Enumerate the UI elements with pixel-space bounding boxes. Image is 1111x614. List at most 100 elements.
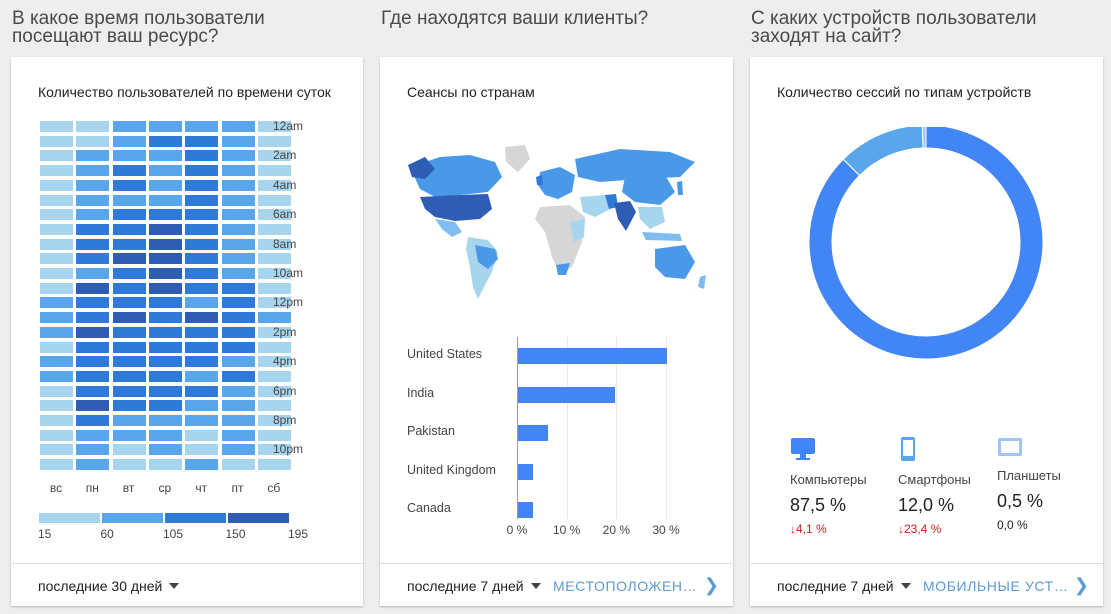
heatmap-cell xyxy=(185,238,219,250)
period-dropdown[interactable]: последние 7 дней xyxy=(777,578,911,594)
heatmap-cell xyxy=(257,429,291,441)
heatmap-cell xyxy=(257,223,291,235)
heatmap-cell xyxy=(112,223,146,235)
heatmap-cell xyxy=(40,165,73,177)
heatmap-cell xyxy=(112,194,146,206)
gridline xyxy=(666,337,667,519)
x-tick-label: 30 % xyxy=(652,523,680,537)
device-name: Компьютеры xyxy=(790,472,867,487)
hour-label: 12am xyxy=(273,119,304,133)
device-change: ↓23,4 % xyxy=(898,522,942,536)
country-bar xyxy=(518,348,667,364)
heatmap-cell xyxy=(40,253,73,265)
map-new-zealand xyxy=(698,275,706,289)
heatmap-cell xyxy=(40,282,73,294)
heatmap-cell xyxy=(76,341,110,353)
heatmap-cell xyxy=(148,341,182,353)
heatmap-cell xyxy=(76,444,110,456)
heatmap-cell xyxy=(40,444,73,456)
heatmap: 12am 2am 4am 6am 8am 10am 12pm 2pm 4pm 6pm 8pm 10pm… xyxy=(11,57,363,557)
heatmap-cell xyxy=(40,400,73,412)
heatmap-cell xyxy=(257,282,291,294)
heatmap-cell xyxy=(148,429,182,441)
device-share: 12,0 % xyxy=(898,495,955,515)
donut-slice xyxy=(921,127,927,149)
heatmap-cell xyxy=(221,326,255,338)
heatmap-cell xyxy=(76,415,110,426)
heatmap-cell xyxy=(185,459,219,471)
heatmap-cell xyxy=(185,121,219,132)
country-label: Pakistan xyxy=(407,424,455,439)
heatmap-cell xyxy=(185,356,219,368)
heatmap-cell xyxy=(76,297,110,309)
heatmap-cell xyxy=(148,444,182,456)
heatmap-cell xyxy=(112,429,146,441)
heatmap-cell xyxy=(148,223,182,235)
heatmap-cell xyxy=(148,459,182,471)
map-middle-east xyxy=(580,195,610,217)
heatmap-cell xyxy=(148,400,182,412)
heatmap-cell xyxy=(148,135,182,147)
column-title-location: Где находятся ваши клиенты? xyxy=(381,8,649,29)
legend-label: 105 xyxy=(163,527,184,541)
heatmap-cell xyxy=(76,121,110,132)
period-dropdown[interactable]: последние 30 дней xyxy=(38,578,180,594)
chevron-right-icon[interactable]: ❯ xyxy=(704,575,719,596)
country-label: United States xyxy=(407,347,483,361)
day-label: чт xyxy=(195,481,208,495)
period-dropdown[interactable]: последние 7 дней xyxy=(407,578,541,594)
country-bar-chart: 0 % 10 % 20 % 30 % United States India Pakista… xyxy=(380,337,733,537)
heatmap-cell xyxy=(76,326,110,338)
sessions-by-country-card: Сеансы по странам 0 % 10 % 20 % 30 % United … xyxy=(380,57,733,606)
heatmap-cell xyxy=(257,194,291,206)
heatmap-cell xyxy=(185,415,219,426)
heatmap-cell xyxy=(221,135,255,147)
x-tick-label: 20 % xyxy=(602,523,630,537)
day-label: ср xyxy=(158,481,172,495)
heatmap-cell xyxy=(40,356,73,368)
heatmap-cell xyxy=(185,253,219,265)
heatmap-cell xyxy=(221,370,255,382)
heatmap-cell xyxy=(40,297,73,309)
heatmap-cell xyxy=(221,356,255,368)
map-uk xyxy=(536,175,543,185)
heatmap-cell xyxy=(257,341,291,353)
heatmap-cell xyxy=(185,150,219,162)
heatmap-cell xyxy=(148,356,182,368)
hour-label: 10am xyxy=(273,266,304,280)
smartphone-icon xyxy=(901,437,915,461)
day-label: пн xyxy=(85,481,99,495)
heatmap-cell xyxy=(112,165,146,177)
chevron-right-icon[interactable]: ❯ xyxy=(1074,575,1089,596)
heatmap-cell xyxy=(76,312,110,324)
heatmap-cell xyxy=(148,209,182,221)
heatmap-cell xyxy=(257,253,291,265)
heatmap-cell xyxy=(112,209,146,221)
heatmap-cell xyxy=(221,415,255,426)
country-label: United Kingdom xyxy=(407,462,496,477)
heatmap-cell xyxy=(148,282,182,294)
column-title-time: В какое время пользователи посещают ваш … xyxy=(12,8,265,47)
heatmap-cell xyxy=(112,268,146,279)
heatmap-cell xyxy=(112,459,146,471)
heatmap-cell xyxy=(221,444,255,456)
device-name: Смартфоны xyxy=(898,472,971,487)
map-europe xyxy=(538,167,575,199)
heatmap-cell xyxy=(148,179,182,191)
heatmap-cell xyxy=(221,400,255,412)
heatmap-cell xyxy=(148,121,182,132)
heatmap-cell xyxy=(221,194,255,206)
heatmap-cell xyxy=(148,165,182,177)
map-south-africa xyxy=(556,263,570,275)
day-label: сб xyxy=(267,481,281,495)
mobile-devices-report-link[interactable]: МОБИЛЬНЫЕ УСТРОЙСТВА xyxy=(923,578,1071,594)
heatmap-cell xyxy=(148,268,182,279)
device-change: 0,0 % xyxy=(997,518,1028,532)
heatmap-cell xyxy=(221,165,255,177)
locations-report-link[interactable]: МЕСТОПОЛОЖЕНИЯ xyxy=(553,578,698,594)
day-label: вт xyxy=(122,481,135,495)
country-bar xyxy=(518,502,533,519)
heatmap-cell xyxy=(221,312,255,324)
map-south-america xyxy=(466,237,498,299)
desktop-icon xyxy=(791,438,815,460)
